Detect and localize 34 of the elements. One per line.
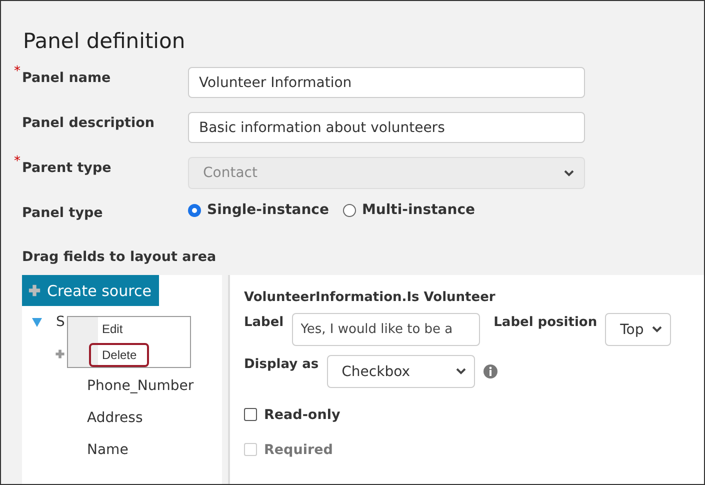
field-label: Label [244, 314, 284, 330]
text-field[interactable]: Volunteer Information [188, 67, 585, 98]
page-title: Panel definition [23, 29, 186, 53]
field-label: Display as [244, 356, 319, 372]
radio-option[interactable]: Multi-instance [342, 202, 475, 218]
create-source-button[interactable]: Create source [22, 275, 160, 306]
required-asterisk: * [14, 155, 20, 168]
menu-item[interactable]: Edit [89, 317, 149, 341]
field-label: Panel name [22, 70, 111, 86]
tree-item[interactable]: Name [87, 442, 128, 458]
field-label: Label position [494, 314, 598, 330]
triangle-icon[interactable] [32, 318, 42, 326]
chevron-down-icon [456, 368, 466, 375]
required-asterisk: * [14, 65, 20, 78]
chevron-down-icon [564, 170, 574, 176]
plus-icon [55, 349, 65, 359]
field-heading: VolunteerInformation.Is Volunteer [244, 289, 496, 305]
field-label: Parent type [22, 160, 112, 176]
radio-option[interactable]: Single-instance [188, 202, 329, 218]
label-field[interactable]: Yes, I would like to be a [292, 313, 480, 346]
info-icon[interactable] [482, 364, 498, 379]
menu-item[interactable]: Delete [89, 343, 149, 367]
position-select[interactable]: Top [605, 313, 672, 346]
tree-item[interactable]: S [56, 314, 65, 330]
tree-item[interactable]: Phone_Number [87, 378, 194, 394]
tree-item[interactable]: Address [87, 410, 143, 426]
field-label: Panel description [22, 115, 155, 131]
section-heading: Drag fields to layout area [22, 249, 218, 265]
text-field[interactable]: Basic information about volunteers [188, 112, 585, 143]
chevron-down-icon [652, 326, 662, 333]
display-select[interactable]: Checkbox [326, 355, 475, 388]
checkbox-option[interactable]: Read-only [244, 397, 690, 432]
plus-icon [28, 284, 41, 297]
field-label: Panel type [22, 205, 103, 221]
